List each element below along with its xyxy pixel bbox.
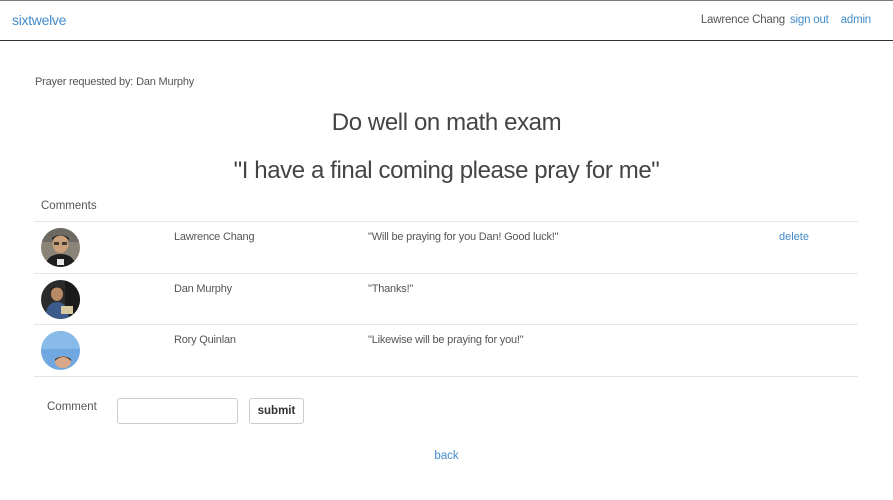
prayer-quote: "I have a final coming please pray for m… [233, 157, 660, 184]
requested-by: Prayer requested by: Dan Murphy [35, 76, 194, 88]
table-row: Rory Quinlan "Likewise will be praying f… [34, 325, 858, 377]
back-link[interactable]: back [0, 450, 893, 462]
brand-link[interactable]: sixtwelve [12, 12, 66, 28]
avatar [41, 279, 80, 319]
avatar [41, 331, 80, 370]
navbar: sixtwelve Lawrence Chang sign out admin [0, 0, 893, 41]
comments-table: Lawrence Chang "Will be praying for you … [34, 221, 858, 377]
current-user-name: Lawrence Chang [700, 14, 785, 26]
comment-text: "Will be praying for you Dan! Good luck!… [368, 231, 559, 243]
table-row: Lawrence Chang "Will be praying for you … [34, 222, 858, 274]
prayer-title: Do well on math exam [331, 109, 562, 136]
comment-author: Lawrence Chang [174, 231, 255, 243]
comment-text: "Thanks!" [368, 282, 414, 295]
navbar-user-area: Lawrence Chang sign out admin [701, 14, 871, 26]
sign-out-link[interactable]: sign out [790, 14, 829, 26]
delete-comment-link[interactable]: delete [779, 231, 809, 243]
comment-text: "Likewise will be praying for you!" [368, 334, 524, 346]
comments-header: Comments [34, 196, 168, 222]
comment-input[interactable] [117, 398, 238, 424]
submit-button[interactable]: submit [249, 398, 304, 424]
requested-by-name: Dan Murphy [136, 76, 195, 88]
comment-author: Dan Murphy [174, 282, 232, 295]
comment-author: Rory Quinlan [174, 334, 236, 346]
comment-label: Comment [47, 401, 97, 413]
table-row: Dan Murphy "Thanks!" [34, 274, 858, 325]
admin-link[interactable]: admin [841, 14, 872, 26]
avatar [41, 228, 80, 267]
requested-by-label: Prayer requested by: [35, 76, 134, 88]
